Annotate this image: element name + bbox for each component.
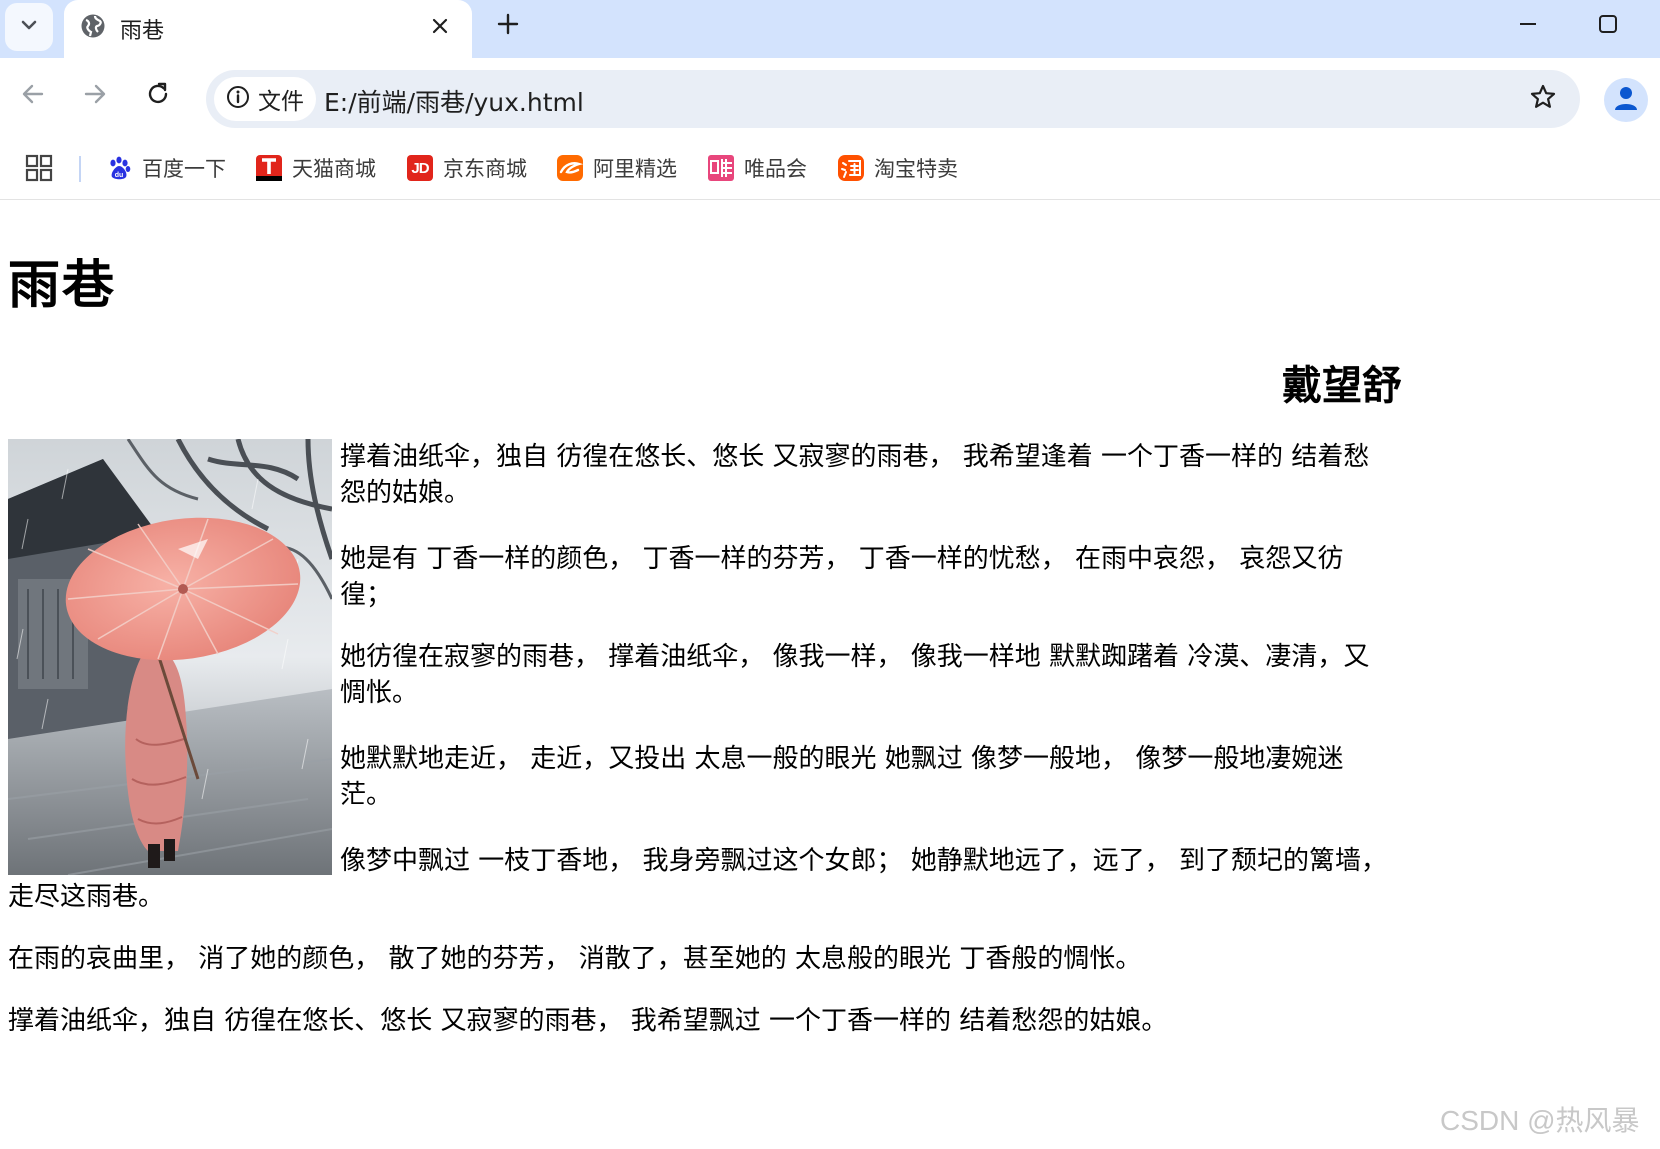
tab-title: 雨巷 (120, 19, 165, 44)
csdn-watermark: CSDN @热风暴 (1440, 1105, 1640, 1136)
poem-stanza: 撑着油纸伞，独自 彷徨在悠长、悠长 又寂寥的雨巷， 我希望飘过 一个丁香一样的 … (8, 1006, 1168, 1036)
profile-button[interactable] (1604, 78, 1648, 122)
svg-text:du: du (115, 172, 124, 179)
back-button[interactable] (13, 76, 53, 116)
page-title: 雨巷 (8, 256, 117, 316)
bookmark-label: 天猫商城 (292, 157, 376, 181)
bookmark-star-button[interactable] (1526, 82, 1560, 116)
bookmark-alibaba[interactable]: 阿里精选 (557, 150, 677, 186)
forward-button[interactable] (75, 76, 115, 116)
close-icon[interactable] (426, 12, 454, 40)
rain-alley-umbrella-image (7, 437, 335, 876)
bookmark-vipshop[interactable]: 唯品会 (708, 150, 807, 186)
new-tab-button[interactable] (490, 8, 526, 44)
arrow-left-icon (20, 81, 46, 111)
baidu-paw-icon: du (106, 155, 132, 181)
taobao-icon (838, 155, 864, 181)
tab-strip: 雨巷 (0, 0, 1660, 58)
minimize-button[interactable] (1508, 8, 1548, 44)
jd-icon: JD (407, 155, 433, 181)
url-text[interactable]: E:/前端/雨巷/yux.html (324, 83, 584, 119)
poem-author: 戴望舒 (1282, 363, 1402, 409)
bookmark-taobao[interactable]: 淘宝特卖 (838, 150, 958, 186)
bookmarks-bar: du 百度一下 天猫商城 JD 京东商城 阿里精选 唯品会 淘宝特卖 (0, 142, 1660, 200)
address-bar[interactable]: 文件 E:/前端/雨巷/yux.html (206, 70, 1580, 128)
bookmark-label: 阿里精选 (593, 157, 677, 181)
bookmark-label: 淘宝特卖 (874, 157, 958, 181)
bookmarks-separator (79, 156, 81, 182)
bookmark-label: 京东商城 (443, 157, 527, 181)
chevron-down-icon (19, 15, 39, 39)
bookmark-label: 百度一下 (142, 157, 226, 181)
bookmark-tmall[interactable]: 天猫商城 (256, 150, 376, 186)
browser-toolbar: 文件 E:/前端/雨巷/yux.html (0, 58, 1660, 142)
bookmark-jd[interactable]: JD 京东商城 (407, 150, 527, 186)
poem-body: 撑着油纸伞，独自 彷徨在悠长、悠长 又寂寥的雨巷， 我希望逢着 一个丁香一样的 … (7, 437, 1393, 1069)
page-viewport: 雨巷 戴望舒 撑着油纸伞，独自 彷徨在悠长、悠长 又寂寥的雨巷， 我希望逢着 一… (0, 201, 1660, 1149)
info-icon (226, 85, 250, 113)
plus-icon (497, 13, 519, 39)
bookmark-baidu[interactable]: du 百度一下 (106, 150, 226, 186)
poem-stanza: 在雨的哀曲里， 消了她的颜色， 散了她的芬芳， 消散了，甚至她的 太息般的眼光 … (8, 944, 1142, 974)
reload-icon (145, 81, 171, 111)
star-icon (1529, 83, 1557, 115)
site-info-chip[interactable]: 文件 (214, 77, 316, 121)
avatar-icon (1612, 84, 1640, 116)
maximize-button[interactable] (1588, 8, 1628, 44)
minimize-icon (1518, 14, 1538, 38)
globe-icon (80, 13, 106, 39)
reload-button[interactable] (138, 76, 178, 116)
arrow-right-icon (82, 81, 108, 111)
tab-search-button[interactable] (5, 3, 53, 51)
vipshop-icon (708, 155, 734, 181)
active-tab[interactable]: 雨巷 (64, 0, 472, 58)
maximize-icon (1598, 14, 1618, 38)
bookmark-label: 唯品会 (744, 157, 807, 181)
tmall-icon (256, 155, 282, 181)
site-info-label: 文件 (258, 89, 304, 115)
alibaba-icon (557, 155, 583, 181)
apps-grid-icon[interactable] (24, 153, 54, 183)
